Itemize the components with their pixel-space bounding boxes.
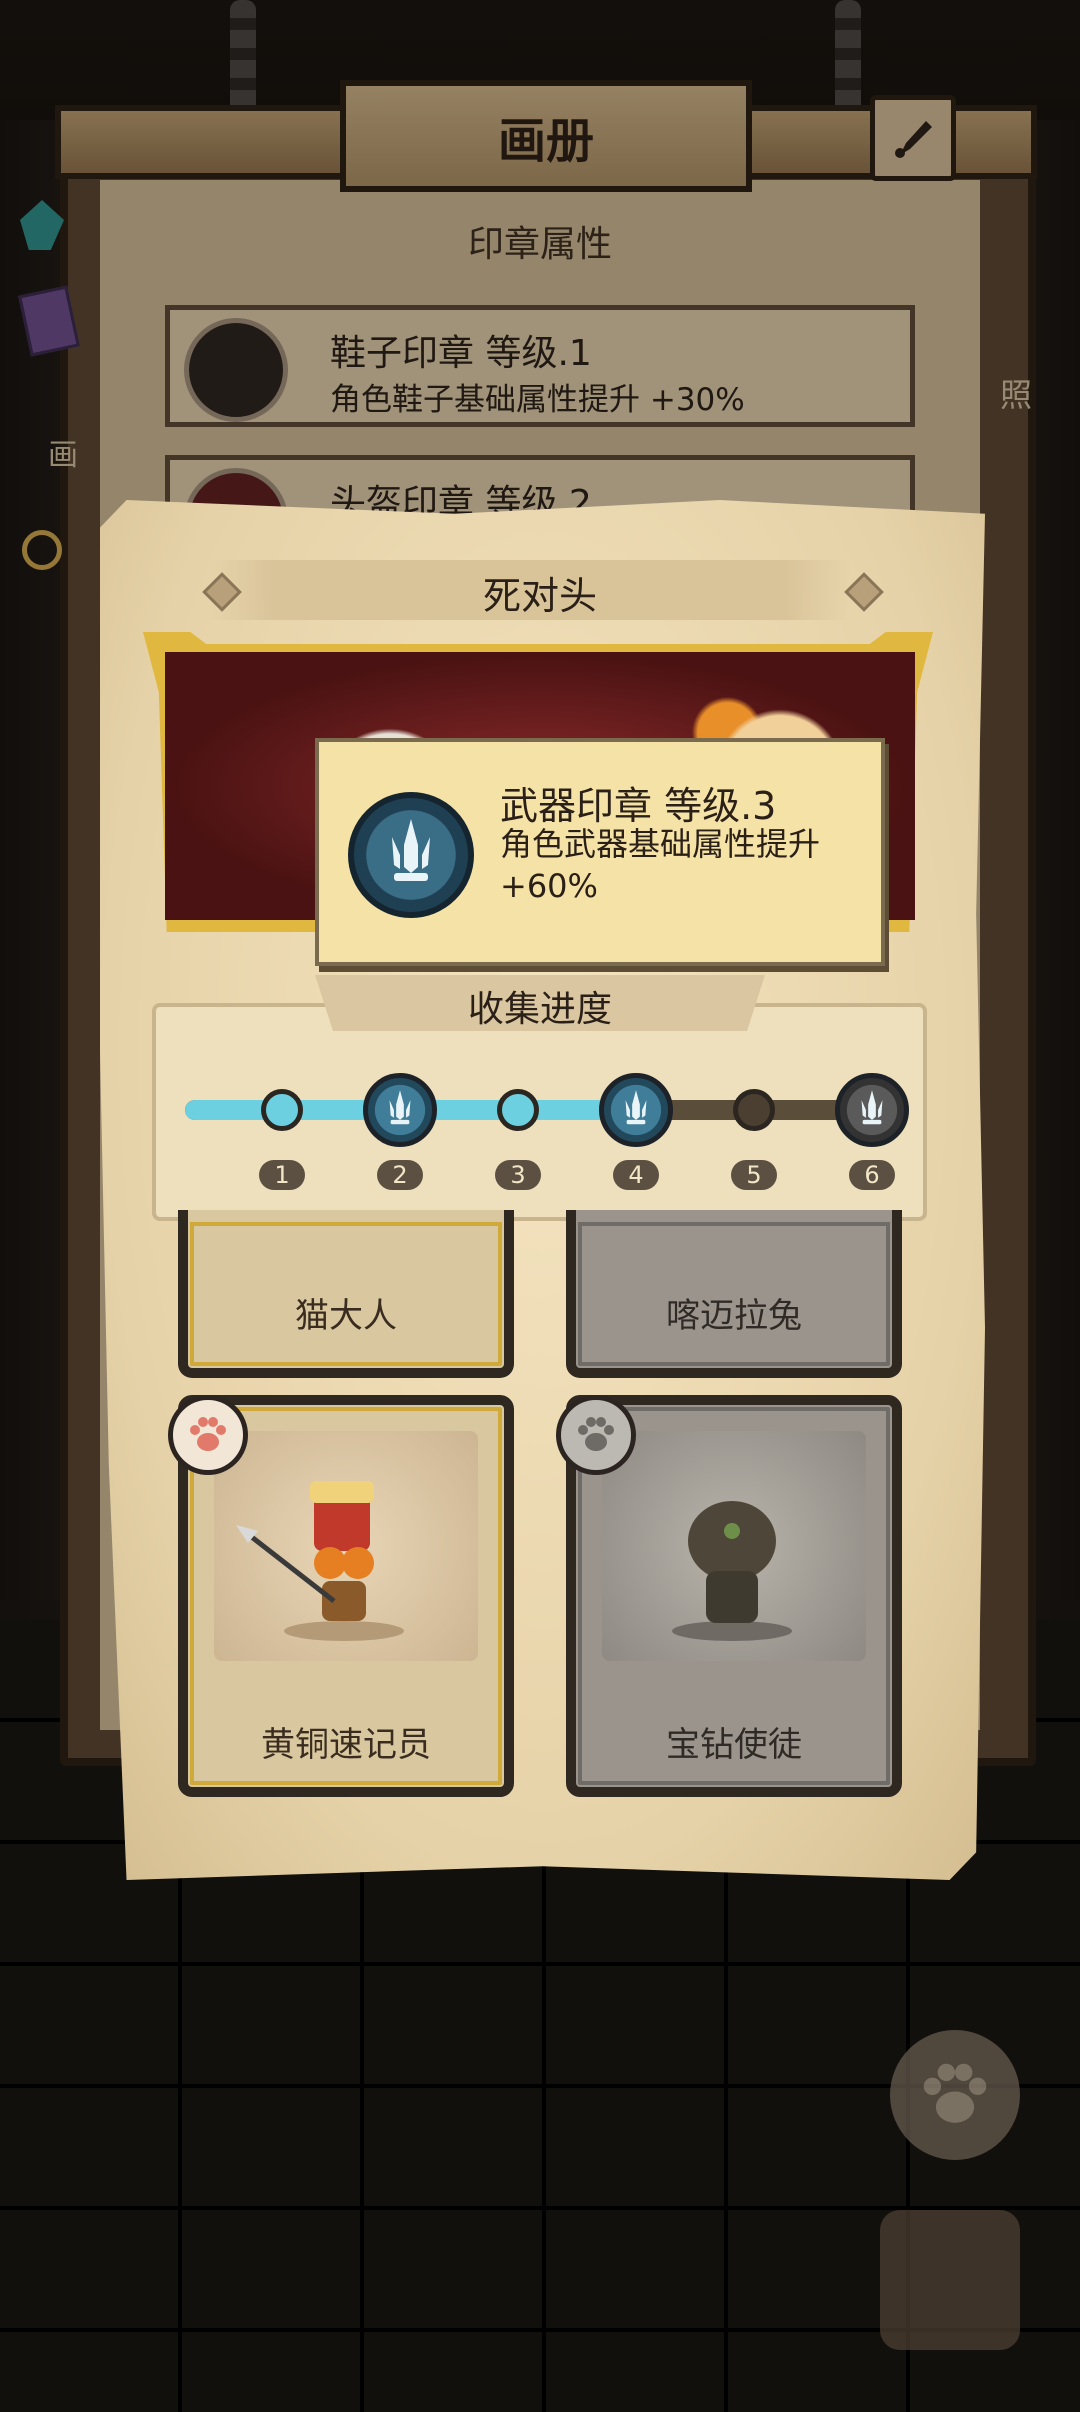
character-name: 猫大人 <box>295 1296 397 1336</box>
progress-node-emblem[interactable] <box>363 1073 437 1147</box>
progress-node-label: 4 <box>613 1160 659 1190</box>
paw-icon[interactable] <box>890 2030 1020 2160</box>
progress-node-label: 1 <box>259 1160 305 1190</box>
character-name: 喀迈拉兔 <box>666 1296 802 1336</box>
modal-title: 死对头 <box>482 574 597 618</box>
progress-node-dot <box>733 1089 775 1131</box>
progress-node-dot <box>261 1089 303 1131</box>
tooltip-seal-desc: 角色武器基础属性提升 +60% <box>500 825 821 905</box>
progress-node-emblem[interactable] <box>835 1073 909 1147</box>
character-portrait <box>602 1431 866 1661</box>
brass-stenographer-sprite <box>236 1481 404 1641</box>
progress-node-emblem[interactable] <box>599 1073 673 1147</box>
character-portrait <box>214 1431 478 1661</box>
character-card-2[interactable]: 喀迈拉兔 <box>566 1210 902 1378</box>
paw-badge-icon <box>168 1395 248 1475</box>
character-card-1[interactable]: 猫大人 <box>178 1210 514 1378</box>
progress-node-label: 5 <box>731 1160 777 1190</box>
diamond-apostle-sprite <box>672 1501 792 1641</box>
character-name: 黄铜速记员 <box>261 1725 431 1765</box>
weapon-seal-icon <box>348 792 474 918</box>
tooltip-seal-name: 武器印章 等级.3 <box>500 784 777 828</box>
progress-node-label: 2 <box>377 1160 423 1190</box>
progress-title: 收集进度 <box>467 989 612 1030</box>
progress-node-label: 3 <box>495 1160 541 1190</box>
character-name: 宝钻使徒 <box>666 1725 802 1765</box>
paw-badge-icon <box>556 1395 636 1475</box>
progress-node-label: 6 <box>849 1160 895 1190</box>
progress-node-dot <box>497 1089 539 1131</box>
backpack-icon[interactable] <box>880 2210 1020 2350</box>
